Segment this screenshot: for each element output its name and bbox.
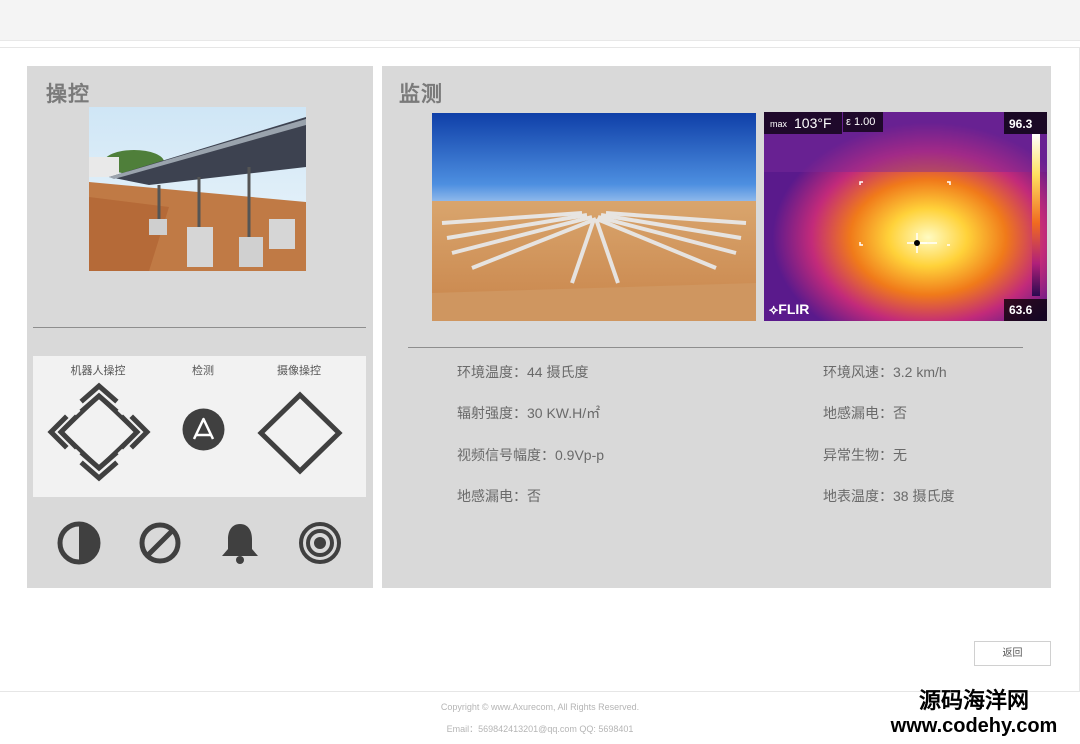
- camera-direction-pad[interactable]: [257, 391, 343, 475]
- thermal-emissivity: ε 1.00: [846, 116, 876, 128]
- detect-button-icon[interactable]: [182, 408, 225, 451]
- camera-control-label: 摄像操控: [277, 365, 321, 377]
- watermark: 源码海洋网 www.codehy.com: [870, 688, 1078, 738]
- bell-icon[interactable]: [218, 521, 262, 565]
- robot-direction-pad[interactable]: [47, 382, 151, 482]
- monitor-divider: [408, 347, 1023, 348]
- watermark-line1: 源码海洋网: [918, 688, 1029, 713]
- forbidden-icon[interactable]: [138, 521, 182, 565]
- solar-field-image: [432, 113, 756, 321]
- thermal-max-value: 103°F: [794, 115, 832, 131]
- control-panel-title: 操控: [46, 83, 90, 106]
- info-radiation: 辐射强度：30 KW.H/㎡: [457, 405, 601, 421]
- info-ground-leak-2: 地感漏电：否: [823, 405, 907, 421]
- back-button[interactable]: 返回: [974, 641, 1051, 666]
- info-wind-speed: 环境风速：3.2 km/h: [823, 364, 947, 380]
- watermark-line2: www.codehy.com: [890, 715, 1058, 737]
- target-icon[interactable]: [298, 521, 342, 565]
- contrast-icon[interactable]: [57, 521, 101, 565]
- control-divider: [33, 327, 366, 328]
- info-ground-leak: 地感漏电：否: [457, 488, 541, 504]
- site-photo: [89, 107, 306, 271]
- thermal-scale-top: 96.3: [1009, 117, 1033, 131]
- thermal-scale-bottom: 63.6: [1009, 303, 1033, 317]
- top-bar: [0, 0, 1080, 41]
- thermal-camera-view: max 103°F ε 1.00 96.3 63.6 ⟡FLIR: [764, 112, 1047, 321]
- flir-logo: ⟡FLIR: [769, 301, 810, 317]
- info-env-temp: 环境温度：44 摄氏度: [457, 364, 589, 380]
- thermal-max-label: max: [770, 119, 788, 129]
- robot-control-label: 机器人操控: [70, 365, 126, 377]
- info-abnormal-life: 异常生物：无: [823, 447, 907, 463]
- flir-brand: FLIR: [778, 301, 810, 317]
- info-video-signal: 视频信号幅度：0.9Vp-p: [457, 447, 605, 463]
- detect-label: 检测: [192, 365, 214, 377]
- monitor-panel-title: 监测: [399, 83, 443, 106]
- info-surface-temp: 地表温度：38 摄氏度: [823, 488, 955, 504]
